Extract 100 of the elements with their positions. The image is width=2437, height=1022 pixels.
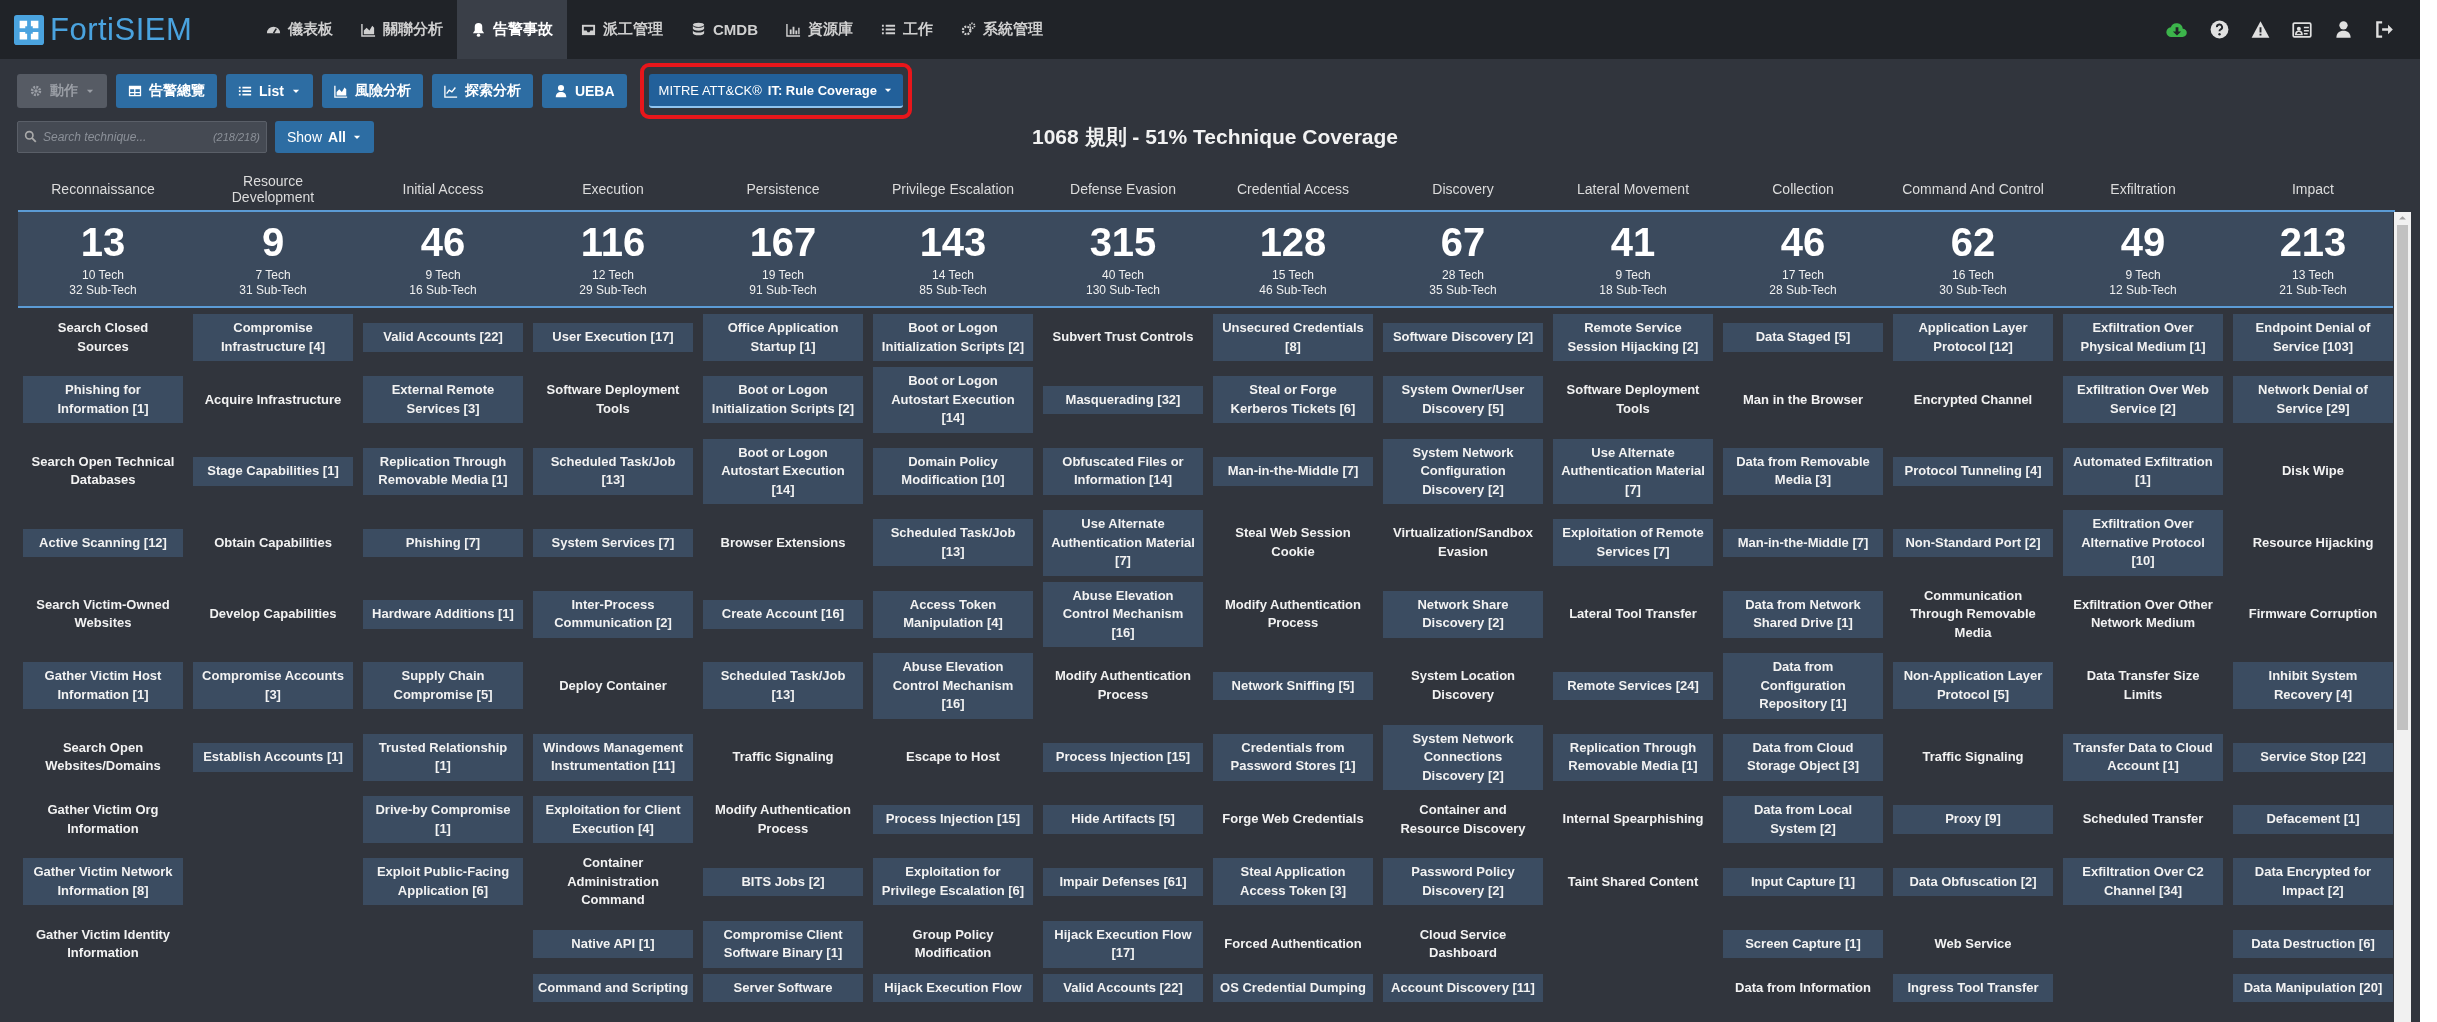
technique-tile[interactable]: Encrypted Channel	[1893, 385, 2053, 414]
warning-icon[interactable]	[2251, 20, 2270, 39]
technique-tile[interactable]: Data Destruction [6]	[2233, 929, 2393, 959]
technique-tile[interactable]: Acquire Infrastructure	[193, 385, 353, 414]
technique-tile[interactable]: Impair Defenses [61]	[1043, 867, 1203, 896]
technique-tile[interactable]: Data Encrypted for Impact [2]	[2233, 858, 2393, 906]
technique-tile[interactable]: Exploitation for Client Execution [4]	[533, 796, 693, 843]
technique-tile[interactable]: System Services [7]	[533, 528, 693, 557]
technique-tile[interactable]: Boot or Logon Initialization Scripts [2]	[873, 314, 1033, 361]
technique-tile[interactable]: Software Deployment Tools	[1553, 376, 1713, 424]
technique-tile[interactable]: Application Layer Protocol [12]	[1893, 314, 2053, 361]
technique-tile[interactable]: Compromise Client Software Binary [1]	[703, 920, 863, 968]
technique-tile[interactable]: Modify Authentication Process	[1043, 662, 1203, 710]
technique-tile[interactable]: Non-Standard Port [2]	[1893, 528, 2053, 557]
technique-tile[interactable]: Data Staged [5]	[1723, 323, 1883, 352]
nav-tab[interactable]: 關聯分析	[347, 0, 457, 59]
technique-tile[interactable]: Compromise Infrastructure [4]	[193, 314, 353, 361]
technique-tile[interactable]: Non-Application Layer Protocol [5]	[1893, 662, 2053, 710]
technique-tile[interactable]: Traffic Signaling	[1893, 743, 2053, 772]
technique-tile[interactable]: Drive-by Compromise [1]	[363, 796, 523, 843]
technique-tile[interactable]: Network Denial of Service [29]	[2233, 376, 2393, 424]
technique-tile[interactable]: Data from Network Shared Drive [1]	[1723, 590, 1883, 638]
technique-tile[interactable]: Container Administration Command	[533, 849, 693, 915]
technique-tile[interactable]: Endpoint Denial of Service [103]	[2233, 314, 2393, 361]
technique-tile[interactable]: Valid Accounts [22]	[1043, 973, 1203, 1002]
technique-tile[interactable]: Password Policy Discovery [2]	[1383, 858, 1543, 906]
technique-tile[interactable]: Native API [1]	[533, 929, 693, 959]
technique-tile[interactable]: Lateral Tool Transfer	[1553, 600, 1713, 629]
technique-tile[interactable]: Hijack Execution Flow [17]	[1043, 920, 1203, 968]
technique-tile[interactable]: Steal Web Session Cookie	[1213, 519, 1373, 567]
technique-tile[interactable]: Trusted Relationship [1]	[363, 733, 523, 781]
technique-tile[interactable]: Man-in-the-Middle [7]	[1213, 457, 1373, 486]
technique-tile[interactable]: Use Alternate Authentication Material [7]	[1553, 438, 1713, 504]
technique-tile[interactable]: Abuse Elevation Control Mechanism [16]	[1043, 581, 1203, 647]
scrollbar[interactable]	[2394, 212, 2411, 1022]
technique-tile[interactable]: System Owner/User Discovery [5]	[1383, 376, 1543, 424]
technique-tile[interactable]: Inter-Process Communication [2]	[533, 590, 693, 638]
technique-tile[interactable]: Virtualization/Sandbox Evasion	[1383, 519, 1543, 567]
technique-tile[interactable]: Container and Resource Discovery	[1383, 796, 1543, 843]
technique-tile[interactable]: Defacement [1]	[2233, 805, 2393, 834]
help-icon[interactable]	[2210, 20, 2229, 39]
technique-tile[interactable]: System Location Discovery	[1383, 662, 1543, 710]
technique-tile[interactable]: Boot or Logon Autostart Execution [14]	[703, 438, 863, 504]
toolbar-button[interactable]: UEBA	[541, 74, 627, 108]
technique-tile[interactable]: Phishing [7]	[363, 528, 523, 557]
technique-tile[interactable]: Hijack Execution Flow	[873, 973, 1033, 1002]
technique-tile[interactable]: Subvert Trust Controls	[1043, 323, 1203, 352]
toolbar-button[interactable]: 風險分析	[321, 74, 423, 108]
technique-tile[interactable]: Steal or Forge Kerberos Tickets [6]	[1213, 376, 1373, 424]
id-card-icon[interactable]	[2292, 19, 2312, 40]
technique-tile[interactable]: Credentials from Password Stores [1]	[1213, 733, 1373, 781]
technique-tile[interactable]: Escape to Host	[873, 743, 1033, 772]
technique-tile[interactable]: Data Transfer Size Limits	[2063, 662, 2223, 710]
technique-tile[interactable]: Automated Exfiltration [1]	[2063, 447, 2223, 495]
technique-tile[interactable]: Browser Extensions	[703, 528, 863, 557]
technique-tile[interactable]: Replication Through Removable Media [1]	[363, 447, 523, 495]
toolbar-button[interactable]: 告警總覽	[116, 74, 217, 108]
technique-tile[interactable]: Disk Wipe	[2233, 457, 2393, 486]
technique-tile[interactable]: Inhibit System Recovery [4]	[2233, 662, 2393, 710]
technique-tile[interactable]: Transfer Data to Cloud Account [1]	[2063, 733, 2223, 781]
nav-tab[interactable]: 告警事故	[457, 0, 567, 59]
technique-tile[interactable]: Masquerading [32]	[1043, 385, 1203, 414]
technique-tile[interactable]: Screen Capture [1]	[1723, 929, 1883, 959]
scrollbar-thumb[interactable]	[2397, 225, 2408, 730]
technique-tile[interactable]: Data Obfuscation [2]	[1893, 867, 2053, 896]
technique-tile[interactable]: System Network Configuration Discovery [2]	[1383, 438, 1543, 504]
technique-tile[interactable]: Exploitation of Remote Services [7]	[1553, 519, 1713, 567]
technique-tile[interactable]: Unsecured Credentials [8]	[1213, 314, 1373, 361]
technique-tile[interactable]: Network Sniffing [5]	[1213, 671, 1373, 700]
technique-tile[interactable]: Firmware Corruption	[2233, 600, 2393, 629]
technique-tile[interactable]: Software Discovery [2]	[1383, 323, 1543, 352]
app-logo[interactable]: FortiSIEM	[50, 11, 193, 48]
technique-tile[interactable]: Data from Configuration Repository [1]	[1723, 653, 1883, 719]
nav-tab[interactable]: 系統管理	[947, 0, 1057, 59]
technique-tile[interactable]: Modify Authentication Process	[703, 796, 863, 843]
technique-tile[interactable]: Man in the Browser	[1723, 385, 1883, 414]
technique-tile[interactable]: Search Open Technical Databases	[23, 447, 183, 495]
technique-tile[interactable]: Phishing for Information [1]	[23, 376, 183, 424]
technique-tile[interactable]: User Execution [17]	[533, 323, 693, 352]
technique-tile[interactable]: Ingress Tool Transfer	[1893, 973, 2053, 1002]
technique-tile[interactable]: Obtain Capabilities	[193, 528, 353, 557]
technique-tile[interactable]: Account Discovery [11]	[1383, 973, 1543, 1002]
technique-tile[interactable]: Access Token Manipulation [4]	[873, 590, 1033, 638]
technique-tile[interactable]: Domain Policy Modification [10]	[873, 447, 1033, 495]
technique-tile[interactable]: Search Victim-Owned Websites	[23, 590, 183, 638]
technique-tile[interactable]: Compromise Accounts [3]	[193, 662, 353, 710]
technique-tile[interactable]: Valid Accounts [22]	[363, 323, 523, 352]
technique-tile[interactable]: Scheduled Transfer	[2063, 805, 2223, 834]
technique-tile[interactable]: Cloud Service Dashboard	[1383, 920, 1543, 968]
technique-tile[interactable]: Exfiltration Over C2 Channel [34]	[2063, 858, 2223, 906]
technique-tile[interactable]: Exfiltration Over Alternative Protocol [10]	[2063, 510, 2223, 576]
technique-tile[interactable]: Communication Through Removable Media	[1893, 581, 2053, 647]
technique-tile[interactable]: Forced Authentication	[1213, 929, 1373, 959]
technique-tile[interactable]: Scheduled Task/Job [13]	[873, 519, 1033, 567]
technique-tile[interactable]: Exploit Public-Facing Application [6]	[363, 858, 523, 906]
technique-tile[interactable]: Establish Accounts [1]	[193, 743, 353, 772]
technique-tile[interactable]: Data Manipulation [20]	[2233, 973, 2393, 1002]
technique-tile[interactable]: Data from Local System [2]	[1723, 796, 1883, 843]
nav-tab[interactable]: 資源庫	[772, 0, 867, 59]
technique-tile[interactable]: Process Injection [15]	[873, 805, 1033, 834]
